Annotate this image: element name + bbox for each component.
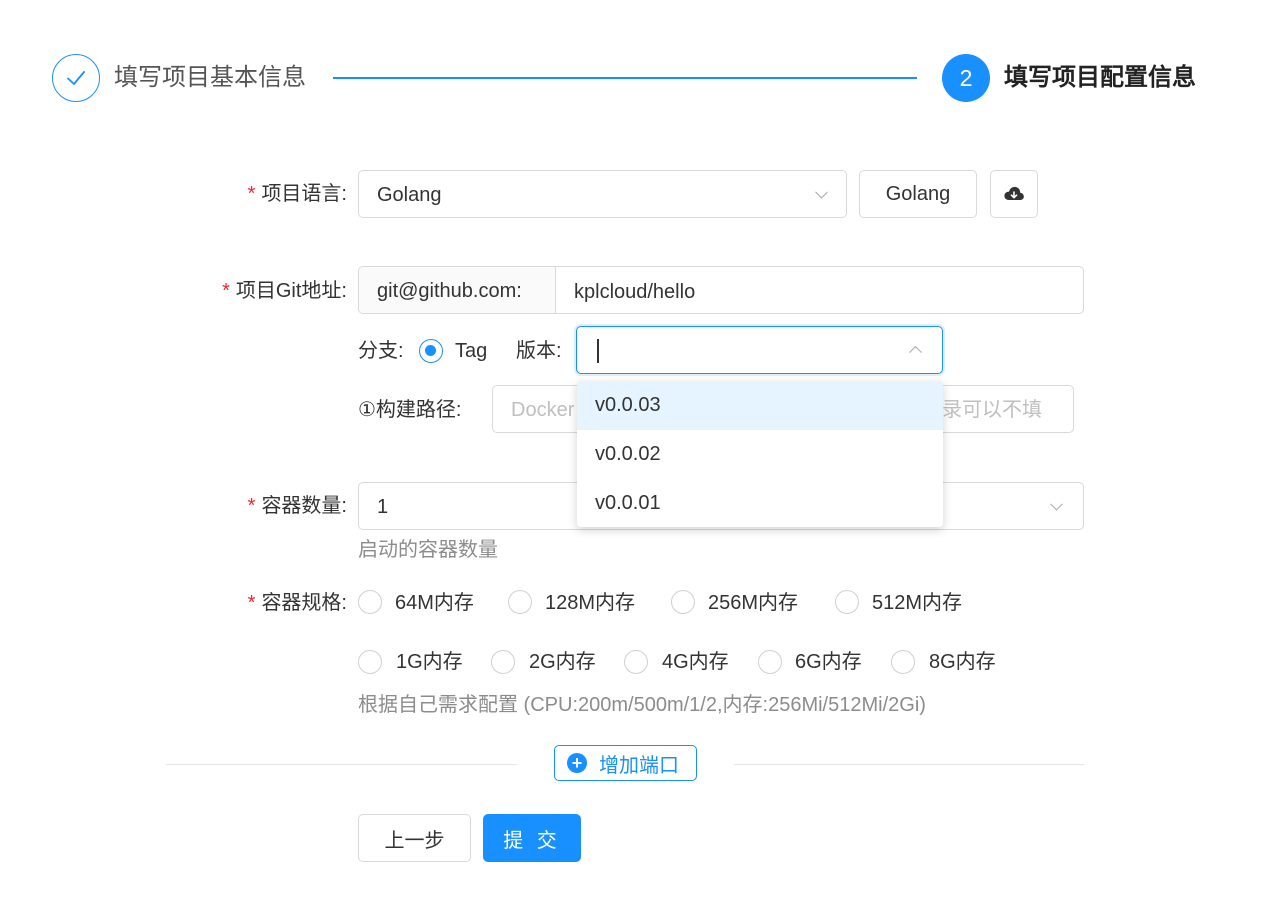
build-path-label: ①构建路径: [358, 399, 462, 421]
replicas-hint: 启动的容器数量 [358, 539, 498, 561]
required-mark: * [247, 183, 256, 205]
tag-radio-label: Tag [455, 340, 488, 362]
language-select[interactable]: Golang [358, 170, 847, 218]
spec-radio[interactable] [508, 590, 532, 614]
version-option[interactable]: v0.0.03 [577, 381, 943, 430]
language-button[interactable]: Golang [859, 170, 977, 218]
spec-radio-label: 512M内存 [872, 592, 963, 614]
spec-radio-label: 64M内存 [395, 592, 474, 614]
spec-label-text: 容器规格: [261, 592, 347, 614]
chevron-down-icon [815, 185, 828, 199]
spec-radio-label: 4G内存 [662, 651, 729, 673]
spec-radio[interactable] [358, 590, 382, 614]
text-cursor [597, 339, 599, 363]
cloud-download-button[interactable] [990, 170, 1038, 218]
replicas-select-value: 1 [377, 496, 389, 518]
git-address-group: git@github.com: kplcloud/hello [358, 266, 1084, 314]
build-path-placeholder-left: Docker [511, 399, 575, 421]
spec-radio-label: 6G内存 [795, 651, 862, 673]
step-1-check-icon [52, 54, 100, 102]
tag-radio[interactable] [419, 339, 443, 363]
required-mark: * [247, 592, 256, 614]
divider-right [734, 764, 1084, 765]
spec-radio[interactable] [491, 650, 515, 674]
cloud-download-icon [1004, 186, 1024, 200]
spec-radio[interactable] [358, 650, 382, 674]
submit-button[interactable]: 提 交 [483, 814, 581, 862]
step-1-title: 填写项目基本信息 [114, 64, 306, 91]
step-connector-line [333, 77, 917, 79]
version-select[interactable] [576, 326, 943, 374]
add-port-label: 增加端口 [599, 754, 679, 777]
step-2-number-badge: 2 [942, 54, 990, 102]
git-label: * 项目Git地址: [222, 278, 347, 304]
spec-radio[interactable] [624, 650, 648, 674]
git-label-text: 项目Git地址: [235, 280, 347, 302]
spec-radio-label: 128M内存 [545, 592, 636, 614]
version-label: 版本: [516, 340, 562, 362]
replicas-label-text: 容器数量: [261, 495, 347, 517]
git-repo-input[interactable]: kplcloud/hello [574, 279, 695, 305]
version-dropdown: v0.0.03 v0.0.02 v0.0.01 [577, 381, 943, 527]
spec-radio[interactable] [758, 650, 782, 674]
branch-label: 分支: [358, 340, 404, 362]
git-prefix-addon: git@github.com: [359, 267, 556, 313]
spec-radio-label: 2G内存 [529, 651, 596, 673]
chevron-down-icon [1050, 497, 1063, 511]
step-2-title: 填写项目配置信息 [1004, 64, 1196, 91]
spec-radio-label: 1G内存 [396, 651, 463, 673]
replicas-label: * 容器数量: [248, 493, 347, 519]
version-option[interactable]: v0.0.01 [577, 479, 943, 527]
required-mark: * [247, 495, 256, 517]
spec-radio[interactable] [891, 650, 915, 674]
build-path-placeholder-right: 录可以不填 [942, 399, 1042, 421]
spec-radio[interactable] [835, 590, 859, 614]
add-port-button[interactable]: + 增加端口 [554, 745, 697, 781]
divider-left [166, 764, 517, 765]
prev-step-button[interactable]: 上一步 [358, 814, 471, 862]
spec-radio-label: 256M内存 [708, 592, 799, 614]
plus-circle-icon: + [567, 753, 587, 773]
spec-label: * 容器规格: [248, 590, 347, 616]
language-select-value: Golang [377, 184, 442, 206]
spec-radio[interactable] [671, 590, 695, 614]
git-prefix-text: git@github.com: [377, 280, 522, 302]
language-label: * 项目语言: [248, 181, 347, 207]
spec-hint: 根据自己需求配置 (CPU:200m/500m/1/2,内存:256Mi/512… [358, 694, 926, 716]
required-mark: * [222, 280, 230, 302]
spec-radio-label: 8G内存 [929, 651, 996, 673]
version-option[interactable]: v0.0.02 [577, 430, 943, 479]
language-label-text: 项目语言: [261, 183, 347, 205]
chevron-up-icon [909, 345, 922, 359]
